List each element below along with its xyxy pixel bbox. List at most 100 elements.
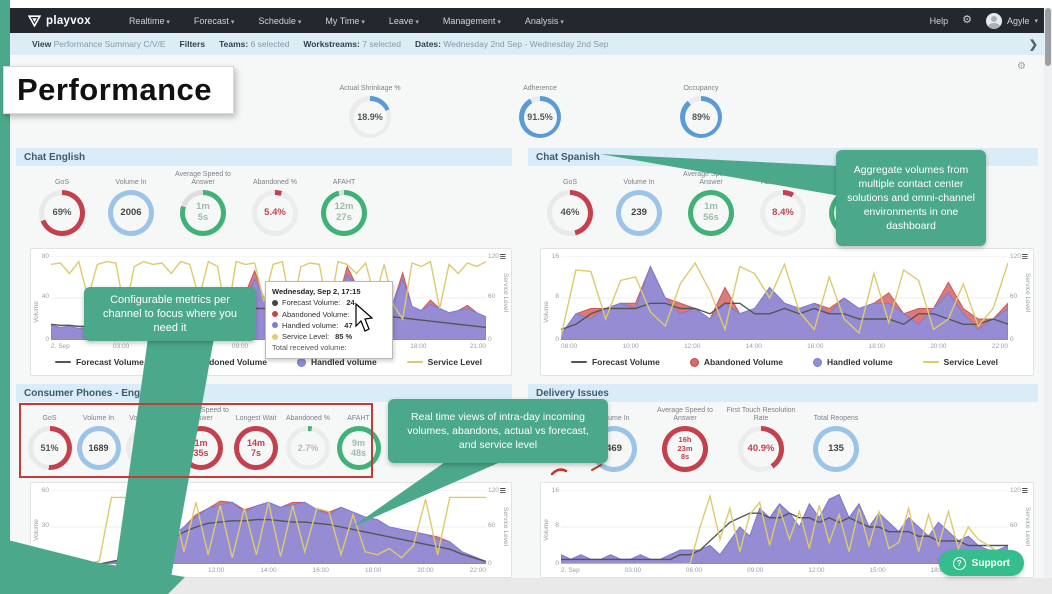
forecast-line-swatch [571, 361, 587, 363]
gauge-total-reopens: Total Reopens135 [804, 406, 868, 472]
playvox-logo-icon [28, 15, 41, 27]
y-axis-title-volume: Volume [33, 301, 40, 323]
support-button[interactable]: ? Support [939, 550, 1024, 576]
teams-label: Teams: [219, 39, 248, 49]
metric-value: 40.9% [743, 431, 779, 467]
legend-forecast[interactable]: Forecast Volume [571, 357, 660, 367]
metric-ring: 18.9% [349, 96, 391, 138]
metric-ring: 38 [126, 426, 170, 470]
legend-handled[interactable]: Handled volume [813, 357, 893, 367]
y-axis-left: 1680 [544, 256, 561, 340]
tooltip-row-abandoned: Abandoned Volume:0 [272, 309, 386, 320]
legend-abandoned[interactable]: Abandoned Volume [690, 357, 783, 367]
y-axis-title-service-level: Service Level [502, 273, 509, 312]
handled-volume-area [561, 495, 1008, 564]
user-name: Agyle [1007, 16, 1030, 26]
kpi-occupancy: Occupancy89% [636, 76, 766, 138]
vertical-scrollbar[interactable] [1044, 8, 1052, 578]
y-axis-title-volume: Volume [33, 519, 40, 541]
y-axis-title-service-level: Service Level [1024, 507, 1031, 546]
y-axis-right: 120600 [486, 490, 503, 564]
expand-chevron-icon[interactable]: ❯ [1029, 38, 1038, 51]
metric-ring: 69% [39, 190, 85, 236]
chart-plot-area[interactable] [561, 490, 1008, 564]
gauge-afaht: AFAHT9m48s [335, 406, 382, 470]
metric-ring: 1m56s [688, 190, 734, 236]
nav-schedule[interactable]: Schedule [258, 16, 301, 26]
consumer-phones-chart[interactable]: ≡ 60300 120600 06:0008:0010:0012:0014:00… [30, 482, 512, 578]
scrollbar-thumb[interactable] [1045, 8, 1051, 66]
page-title: Performance [3, 66, 234, 114]
y-axis-right: 120600 [486, 256, 503, 340]
chart-plot-area[interactable] [561, 256, 1008, 340]
delivery-issues-metrics: Volume In469 Average Speed to Answer16h2… [584, 406, 868, 472]
playvox-logo[interactable]: playvox [28, 15, 91, 27]
service-line-swatch [407, 361, 423, 363]
metric-label: Abandoned % [283, 406, 333, 423]
tooltip-footer: Total received volume: [272, 342, 386, 353]
gauge-abandoned: Abandoned %8.4% [751, 170, 815, 236]
gauge-volume-in: Volume In 2006 [99, 170, 163, 236]
filters-label: Filters [180, 39, 206, 49]
help-link[interactable]: Help [930, 16, 949, 26]
gauge-volume-in: Volume In239 [607, 170, 671, 236]
metric-ring: 135 [813, 426, 859, 472]
nav-leave[interactable]: Leave [389, 16, 419, 26]
y-axis-title-service-level: Service Level [1024, 273, 1031, 312]
dashboard-settings-gear-icon[interactable]: ⚙ [1017, 61, 1026, 72]
abandoned-dot-swatch [690, 358, 699, 367]
y-axis-title-service-level: Service Level [502, 507, 509, 546]
metric-value: 135 [818, 431, 854, 467]
playvox-dashboard-screenshot: playvox Realtime Forecast Schedule My Ti… [0, 0, 1052, 594]
metric-ring: 12m27s [321, 190, 367, 236]
nav-my-time[interactable]: My Time [325, 16, 364, 26]
user-avatar [986, 13, 1002, 29]
legend-forecast[interactable]: Forecast Volume [55, 357, 144, 367]
legend-abandoned[interactable]: Abandoned Volume [174, 357, 267, 367]
metric-ring: 51% [28, 426, 72, 470]
chart-plot-area[interactable] [51, 490, 486, 564]
kpi-adherence: Adherence91.5% [475, 76, 605, 138]
metric-ring: 40.9% [738, 426, 784, 472]
handled-dot-swatch [297, 358, 306, 367]
legend-service[interactable]: Service Level [407, 357, 482, 367]
y-axis-title-volume: Volume [543, 519, 550, 541]
nav-forecast[interactable]: Forecast [194, 16, 234, 26]
user-menu[interactable]: Agyle [986, 13, 1038, 29]
metric-label: AFAHT [312, 170, 376, 187]
metric-label: Abandoned % [243, 170, 307, 187]
legend-handled[interactable]: Handled volume [297, 357, 377, 367]
forecast-dot-icon [272, 300, 278, 306]
metric-label: Volume In [75, 406, 122, 423]
metric-value: 14m7s [239, 431, 273, 465]
abandoned-dot-icon [272, 311, 278, 317]
workstreams-label: Workstreams: [303, 39, 360, 49]
gauge-gos: GoS 51% [26, 406, 73, 470]
metric-value: 51% [33, 431, 67, 465]
settings-gear-icon[interactable]: ⚙ [962, 15, 972, 26]
nav-realtime[interactable]: Realtime [129, 16, 170, 26]
dates-value[interactable]: Wednesday 2nd Sep - Wednesday 2nd Sep [443, 39, 608, 49]
nav-analysis[interactable]: Analysis [525, 16, 564, 26]
chat-spanish-chart[interactable]: ≡ 1680 120600 08:0010:0012:0014:0016:001… [540, 248, 1034, 376]
metric-label: GoS [26, 406, 73, 423]
gauge-asa: Average Speed to Answer1m35s [173, 406, 229, 470]
metric-value: 18.9% [354, 101, 387, 134]
workstreams-value[interactable]: 7 selected [362, 39, 401, 49]
metric-label: Average Speed to Answer [676, 170, 746, 187]
y-axis-left: 80400 [34, 256, 51, 340]
metric-ring: 2006 [108, 190, 154, 236]
metric-label: Adherence [475, 76, 605, 93]
metric-label: Actual Shrinkage % [305, 76, 435, 93]
callout-configurable-metrics: Configurable metrics per channel to focu… [84, 287, 256, 341]
metric-label: Volume In [607, 170, 671, 187]
teams-value[interactable]: 6 selected [251, 39, 290, 49]
legend-service[interactable]: Service Level [923, 357, 998, 367]
metric-label: Volume In [99, 170, 163, 187]
nav-management[interactable]: Management [443, 16, 501, 26]
view-value[interactable]: Performance Summary C/V/E [54, 39, 166, 49]
tooltip-title: Wednesday, Sep 2, 17:15 [272, 286, 386, 297]
metric-value: 2006 [113, 195, 149, 231]
view-label: View [32, 39, 51, 49]
gauge-asa: Average Speed to Answer1m5s [168, 170, 238, 236]
